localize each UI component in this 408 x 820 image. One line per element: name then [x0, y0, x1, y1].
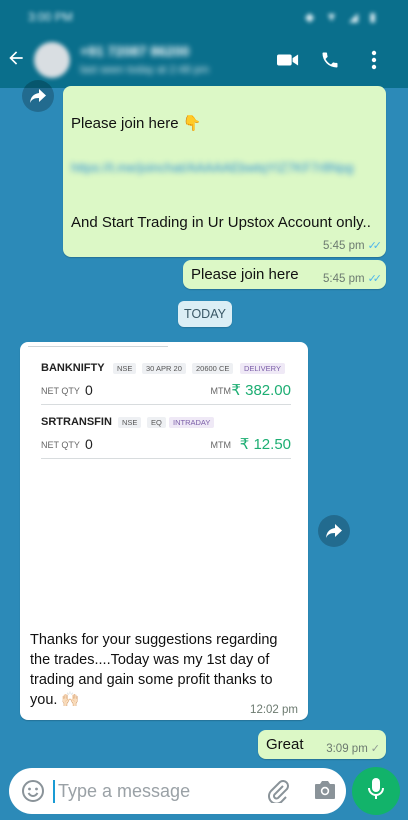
position-symbol: SRTRANSFIN: [41, 416, 112, 428]
position-tag: 30 APR 20: [142, 363, 186, 374]
net-qty-value: 0: [85, 382, 93, 398]
position-tag: NSE: [118, 417, 142, 428]
forward-icon[interactable]: [318, 515, 350, 547]
emoji-icon[interactable]: [21, 779, 45, 808]
video-icon[interactable]: [272, 44, 304, 76]
message-meta: 3:09 pm ✓: [326, 742, 380, 755]
message-time: 5:45 pm: [323, 240, 365, 252]
status-time: 3:00 PM: [28, 10, 73, 24]
message-meta: 5:45 pm ✓✓: [323, 272, 383, 285]
message-bubble-outgoing[interactable]: Please join here 5:45 pm ✓✓: [183, 260, 386, 289]
divider: [41, 458, 291, 459]
divider: [41, 404, 291, 405]
message-time: 3:09 pm: [326, 743, 368, 755]
message-bubble-incoming[interactable]: BANKNIFTY NSE 30 APR 20 20600 CE DELIVER…: [20, 342, 308, 720]
arrow-back-icon[interactable]: [6, 48, 26, 74]
message-link[interactable]: https://t.me/joinchat/AAAAAEbwtqYIZ7KF7r…: [71, 158, 354, 178]
net-qty-label: NET QTY: [41, 386, 80, 396]
message-text: And Start Trading in Ur Upstox Account o…: [71, 214, 371, 231]
mic-icon: [367, 777, 385, 806]
read-ticks-icon: ✓✓: [367, 240, 383, 252]
mtm-label: MTM: [210, 440, 232, 450]
message-text: Please join here: [191, 266, 299, 283]
message-text: Thanks for your suggestions regarding th…: [30, 632, 278, 708]
message-text: Please join here 👇: [71, 115, 202, 132]
position-card: SRTRANSFIN NSE EQ INTRADAY NET QTY 0 MTM…: [41, 416, 291, 460]
chat-header: +91 72087 86200 last seen today at 2:48 …: [0, 34, 408, 88]
mtm-value: ₹ 12.50: [239, 436, 291, 453]
mic-button[interactable]: [352, 767, 400, 815]
sent-tick-icon: ✓: [370, 743, 380, 755]
position-tag: EQ: [147, 417, 166, 428]
mtm-value: ₹ 382.00: [231, 382, 291, 399]
read-ticks-icon: ✓✓: [367, 273, 383, 285]
message-text: Great: [266, 736, 304, 753]
message-composer: [9, 768, 346, 814]
camera-icon[interactable]: [313, 779, 337, 806]
position-tag: NSE: [113, 363, 137, 374]
status-bar: 3:00 PM ◆ ▼ ◢ ▮: [0, 0, 408, 34]
message-bubble-outgoing[interactable]: Please join here 👇 https://t.me/joinchat…: [63, 86, 386, 257]
position-tag: 20600 CE: [192, 363, 234, 374]
message-bubble-outgoing[interactable]: Great 3:09 pm ✓: [258, 730, 386, 759]
message-time: 5:45 pm: [323, 273, 365, 285]
date-chip: TODAY: [178, 301, 232, 327]
message-input[interactable]: [53, 780, 250, 803]
attach-icon[interactable]: [267, 779, 289, 808]
position-tag: INTRADAY: [169, 417, 215, 428]
position-card: BANKNIFTY NSE 30 APR 20 20600 CE DELIVER…: [41, 362, 291, 406]
position-symbol: BANKNIFTY: [41, 362, 105, 374]
image-top-line: [28, 346, 168, 347]
net-qty-label: NET QTY: [41, 440, 80, 450]
message-time: 12:02 pm: [250, 704, 298, 716]
net-qty-value: 0: [85, 436, 93, 452]
mtm-label: MTM: [210, 386, 232, 396]
phone-icon[interactable]: [314, 44, 346, 76]
message-meta: 5:45 pm ✓✓: [323, 239, 383, 252]
status-icons: ◆ ▼ ◢ ▮: [305, 10, 380, 24]
avatar[interactable]: [34, 42, 70, 78]
contact-status: last seen today at 2:48 pm: [80, 64, 210, 76]
forward-icon[interactable]: [22, 80, 54, 112]
position-tag: DELIVERY: [240, 363, 285, 374]
menu-icon[interactable]: [358, 44, 390, 76]
contact-name[interactable]: +91 72087 86200: [80, 43, 189, 59]
